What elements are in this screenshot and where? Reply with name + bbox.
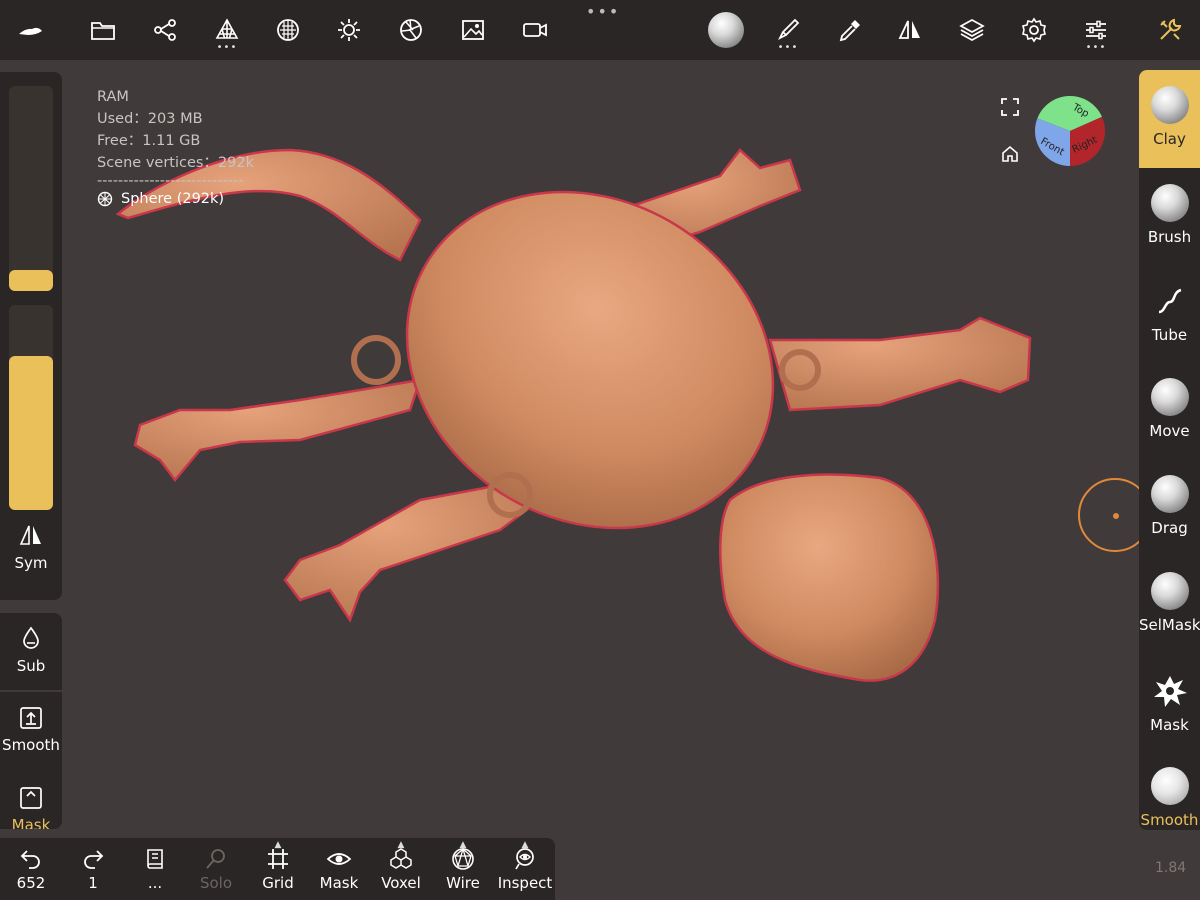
undo-icon: [20, 850, 40, 869]
radius-slider[interactable]: [9, 86, 53, 291]
history-book-icon: [147, 849, 163, 869]
sub-button[interactable]: Sub: [0, 625, 62, 675]
tool-drag-label: Drag: [1151, 519, 1188, 537]
bottom-toolbar: 652 1 ... Solo ▲ Grid Mask ▲ Voxel ▲ Wir…: [0, 838, 555, 900]
clay-ball-icon: [1150, 86, 1189, 124]
intensity-slider-fill: [9, 356, 53, 510]
scene-vertices: Scene vertices：292k: [97, 155, 255, 171]
mask-label: Mask: [11, 816, 51, 829]
scene-stats: RAM Used：203 MB Free：1.11 GB Scene verti…: [97, 86, 254, 210]
tool-smooth[interactable]: Smooth: [1139, 767, 1200, 830]
ram-free: Free：1.11 GB: [97, 133, 201, 149]
selected-object[interactable]: Sphere (292k): [97, 188, 254, 210]
home-view-icon[interactable]: [1000, 144, 1020, 168]
redo-icon: [84, 850, 104, 869]
view-cube[interactable]: Top Front Right: [1034, 95, 1106, 167]
tool-selmask-label: SelMask: [1139, 616, 1200, 634]
undo-button[interactable]: 652: [0, 846, 62, 892]
radius-slider-fill: [9, 270, 53, 291]
left-tool-panel: Sym: [0, 72, 62, 600]
drop-icon: [23, 626, 39, 649]
inspect-label: Inspect: [497, 874, 553, 892]
tool-clay[interactable]: Clay: [1139, 70, 1200, 168]
wire-label: Wire: [446, 874, 480, 892]
ram-label: RAM: [97, 89, 129, 105]
move-ball-icon: [1150, 378, 1189, 416]
tube-icon: [1158, 288, 1181, 314]
tool-mask[interactable]: Mask: [1139, 672, 1200, 734]
mask-toggle-icon: [20, 787, 42, 809]
voxel-label: Voxel: [381, 874, 421, 892]
tool-move-label: Move: [1149, 422, 1190, 440]
tool-smooth-label: Smooth: [1140, 811, 1199, 829]
redo-count: 1: [88, 874, 98, 892]
redo-button[interactable]: 1: [62, 846, 124, 892]
tool-tube[interactable]: Tube: [1139, 284, 1200, 344]
ram-used: Used：203 MB: [97, 111, 203, 127]
smooth-toggle-icon: [20, 707, 42, 729]
eye-icon: [326, 853, 352, 865]
divider: [0, 690, 62, 692]
inspect-button[interactable]: ▲ Inspect: [494, 840, 556, 892]
grid-button[interactable]: ▲ Grid: [247, 840, 309, 892]
stats-separator: ----------------------------: [97, 173, 244, 189]
tool-clay-label: Clay: [1153, 130, 1186, 148]
history-label: ...: [147, 874, 163, 892]
drag-ball-icon: [1150, 475, 1189, 513]
intensity-slider[interactable]: [9, 305, 53, 510]
tool-drag[interactable]: Drag: [1139, 475, 1200, 537]
selected-object-name: Sphere (292k): [121, 191, 225, 207]
solo-label: Solo: [199, 874, 233, 892]
sphere-icon: [97, 191, 113, 207]
grid-label: Grid: [262, 874, 294, 892]
mask-view-button[interactable]: Mask: [308, 846, 370, 892]
voxel-button[interactable]: ▲ Voxel: [370, 840, 432, 892]
smooth-label: Smooth: [2, 736, 60, 754]
sub-label: Sub: [16, 657, 46, 675]
symmetry-icon: [19, 525, 41, 545]
tool-tube-label: Tube: [1151, 326, 1188, 344]
smooth-button[interactable]: Smooth: [0, 706, 62, 754]
tool-move[interactable]: Move: [1139, 378, 1200, 440]
right-tool-panel: Clay Brush Tube Move Drag SelMask Mask S…: [1139, 70, 1200, 830]
smooth-ball-icon: [1150, 767, 1189, 805]
version-label: 1.84: [1155, 860, 1187, 876]
mask-view-label: Mask: [319, 874, 359, 892]
mask-button[interactable]: Mask: [0, 786, 62, 829]
selmask-ball-icon: [1150, 572, 1189, 610]
wire-button[interactable]: ▲ Wire: [432, 840, 494, 892]
solo-button[interactable]: Solo: [185, 846, 247, 892]
sym-button[interactable]: Sym: [0, 524, 62, 572]
undo-count: 652: [16, 874, 46, 892]
left-quick-panel: Sub Smooth Mask: [0, 613, 62, 829]
sym-label: Sym: [14, 554, 48, 572]
fullscreen-icon[interactable]: [1000, 97, 1020, 121]
tool-brush-label: Brush: [1147, 228, 1192, 246]
solo-magnifier-icon: [206, 849, 225, 869]
history-button[interactable]: ...: [124, 846, 186, 892]
brush-ball-icon: [1150, 184, 1189, 222]
mask-splat-icon: [1153, 676, 1187, 707]
tool-mask-label: Mask: [1150, 716, 1189, 734]
tool-brush[interactable]: Brush: [1139, 184, 1200, 246]
tool-selmask[interactable]: SelMask: [1139, 572, 1200, 634]
